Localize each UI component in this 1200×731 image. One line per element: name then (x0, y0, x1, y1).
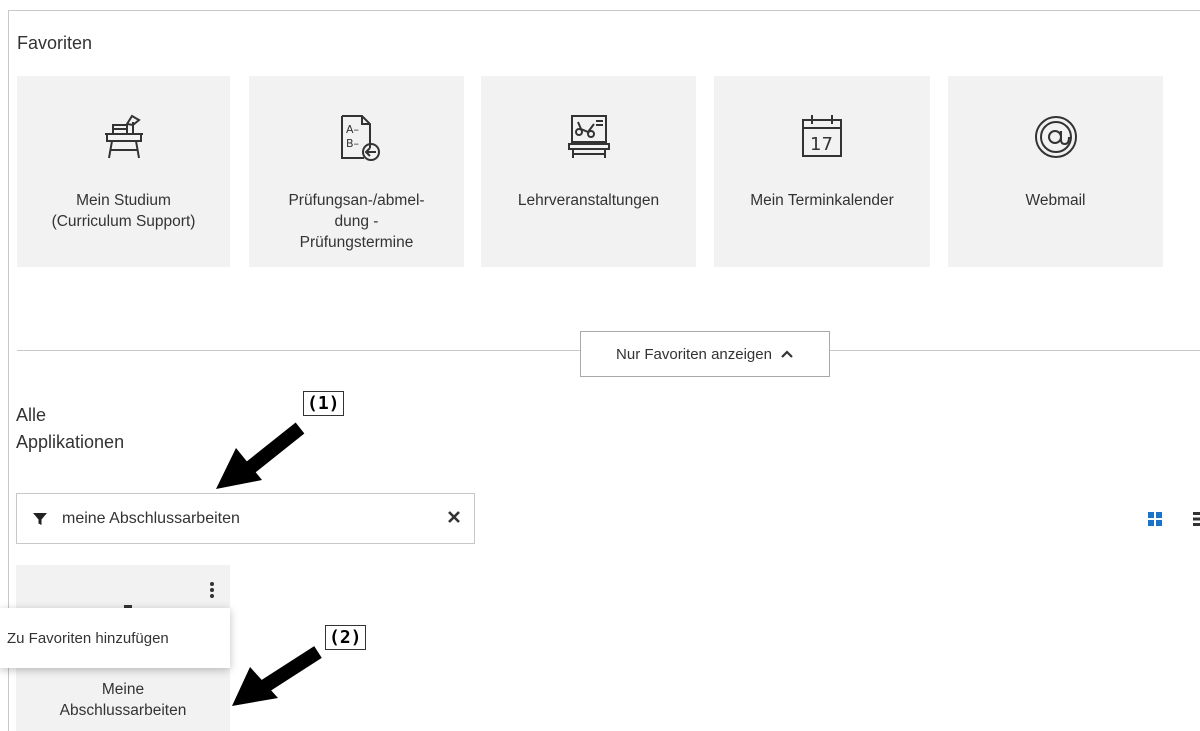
more-vertical-icon[interactable] (209, 581, 215, 604)
desk-lamp-icon (99, 112, 149, 168)
tile-label: Lehrveranstaltungen (517, 192, 660, 209)
filter-icon (32, 511, 48, 527)
tile-label: Mein Terminkalender (750, 192, 894, 209)
tile-label: Prüfungsan-/abmel- dung - Prüfungstermin… (288, 192, 425, 251)
add-to-favorites-menu-item[interactable]: Zu Favoriten hinzufügen (7, 630, 169, 647)
exam-registration-icon: A– B– (332, 112, 382, 168)
app-filter-input[interactable]: meine Abschlussarbeiten (16, 493, 475, 544)
app-card-label: Meine Abschlussarbeiten (59, 681, 187, 719)
at-sign-icon (1031, 112, 1081, 168)
annotation-label-1: (1) (303, 391, 344, 416)
toggle-label: Nur Favoriten anzeigen (616, 345, 772, 363)
filter-value: meine Abschlussarbeiten (62, 509, 240, 527)
tile-label: Webmail (1025, 192, 1086, 209)
svg-text:A–: A– (346, 123, 359, 136)
divider (17, 350, 580, 351)
tile-pruefungsanmeldung[interactable]: A– B– Prüfungsan-/abmel- dung - Prüfungs… (249, 76, 464, 267)
divider (830, 350, 1200, 351)
tile-webmail[interactable]: Webmail (948, 76, 1163, 267)
annotation-label-2: (2) (325, 625, 366, 650)
all-apps-title: Alle Applikationen (16, 402, 124, 456)
svg-text:B–: B– (346, 137, 359, 150)
list-view-icon[interactable] (1193, 512, 1200, 531)
close-icon[interactable] (447, 510, 461, 524)
chevron-up-icon (780, 346, 794, 363)
tile-lehrveranstaltungen[interactable]: Lehrveranstaltungen (481, 76, 696, 267)
tile-terminkalender[interactable]: 17 Mein Terminkalender (714, 76, 930, 267)
grid-view-icon[interactable] (1148, 512, 1162, 531)
lecture-board-icon (564, 112, 614, 168)
favorites-title: Favoriten (17, 33, 93, 53)
context-menu: Zu Favoriten hinzufügen (0, 608, 230, 668)
show-favorites-only-button[interactable]: Nur Favoriten anzeigen (580, 331, 830, 377)
calendar-icon: 17 (797, 112, 847, 168)
tile-label: Mein Studium (Curriculum Support) (51, 192, 196, 230)
tile-mein-studium[interactable]: Mein Studium (Curriculum Support) (17, 76, 230, 267)
calendar-day-number: 17 (810, 134, 833, 155)
all-apps-title-line1: Alle (16, 405, 47, 425)
all-apps-title-line2: Applikationen (16, 432, 125, 452)
